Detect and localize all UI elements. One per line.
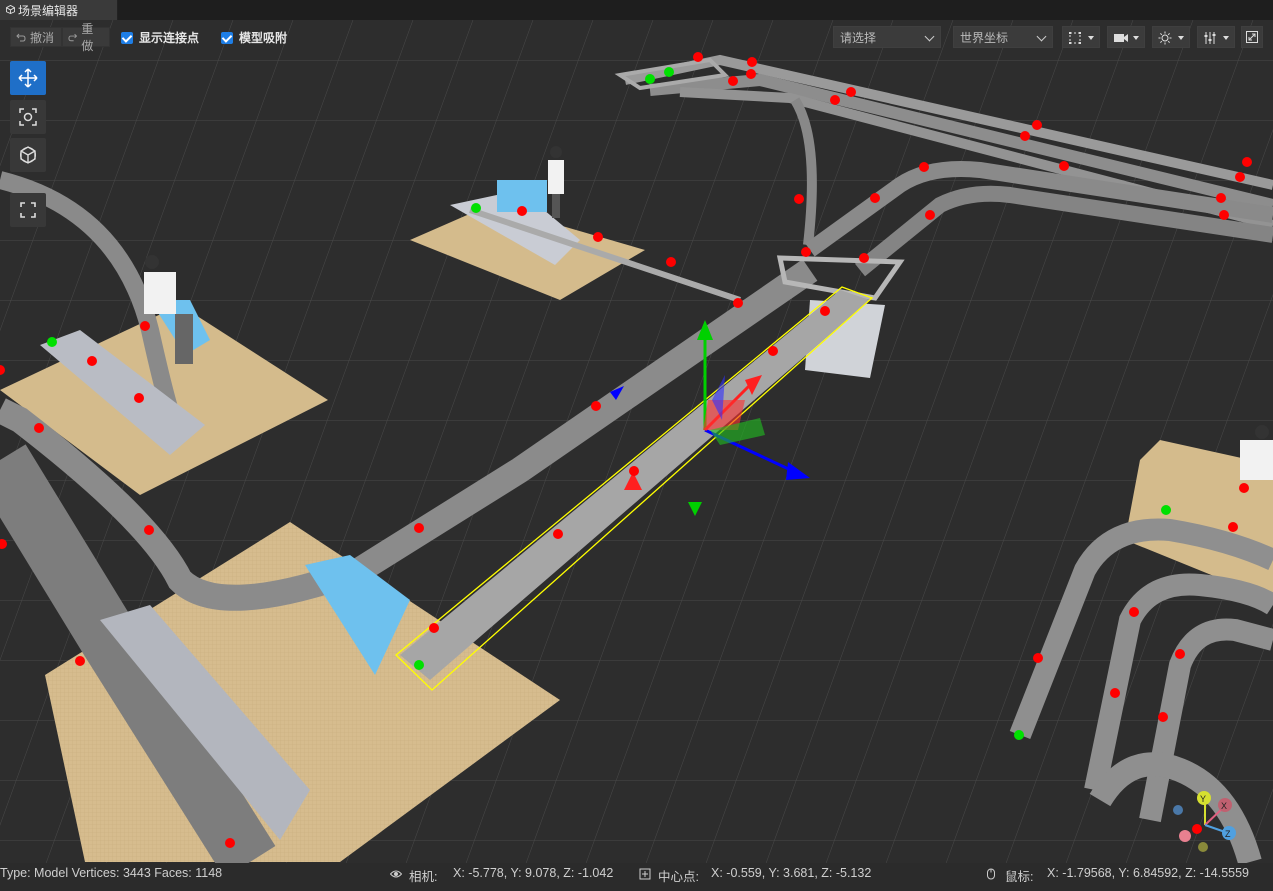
undo-icon	[16, 33, 26, 42]
show-connect-points-label: 显示连接点	[139, 31, 200, 45]
video-camera-icon	[1114, 34, 1128, 42]
caret-down-icon	[1223, 36, 1229, 40]
model-snap-label: 模型吸附	[239, 31, 288, 45]
scene-viewport[interactable]: Y X Z	[0, 20, 1273, 863]
view-cube-tool-button[interactable]	[10, 138, 46, 172]
expand-icon	[1246, 31, 1258, 43]
cube-icon	[6, 5, 15, 14]
caret-down-icon	[1133, 36, 1139, 40]
snap-dropdown[interactable]	[1062, 26, 1100, 48]
object-select-placeholder: 请选择	[840, 30, 877, 45]
focus-tool-button[interactable]	[10, 100, 46, 134]
caret-down-icon	[1178, 36, 1184, 40]
tab-title: 场景编辑器	[18, 3, 79, 18]
mouse-coordinates: X: -1.79568, Y: 6.84592, Z: -14.5559	[1047, 866, 1250, 880]
axis-y-label: Y	[1200, 794, 1206, 804]
tab-scene-editor[interactable]: 场景编辑器	[0, 0, 118, 20]
lighting-dropdown[interactable]	[1152, 26, 1190, 48]
center-coordinates: X: -0.559, Y: 3.681, Z: -5.132	[711, 866, 872, 880]
show-connect-points-checkbox[interactable]: 显示连接点	[121, 29, 199, 46]
tab-bar: 场景编辑器	[0, 0, 1273, 20]
model-snap-checkbox[interactable]: 模型吸附	[221, 29, 287, 46]
move-tool-button[interactable]	[10, 61, 46, 95]
sliders-icon	[1204, 32, 1216, 44]
redo-label: 重做	[81, 22, 94, 53]
coordinate-space-value: 世界坐标	[960, 30, 1009, 45]
axis-x-label: X	[1221, 801, 1227, 811]
center-point-icon	[639, 868, 651, 880]
bounding-box-icon	[1069, 32, 1081, 44]
cube-icon	[20, 146, 36, 164]
checkbox-checked-icon	[221, 31, 233, 44]
move-arrows-icon	[18, 68, 38, 88]
chevron-down-icon	[924, 31, 935, 42]
status-bar: Type: Model Vertices: 3443 Faces: 1148 相…	[0, 863, 1273, 891]
eye-icon	[390, 870, 402, 878]
sun-icon	[1158, 31, 1172, 45]
center-label: 中心点:	[658, 870, 699, 884]
toolbar: 撤消 重做 显示连接点 模型吸附 请选择 世界坐标	[0, 22, 1273, 53]
focus-frame-icon	[19, 108, 37, 126]
caret-down-icon	[1088, 36, 1094, 40]
settings-dropdown[interactable]	[1197, 26, 1235, 48]
camera-coordinates: X: -5.778, Y: 9.078, Z: -1.042	[453, 866, 614, 880]
coordinate-space-select[interactable]: 世界坐标	[953, 26, 1053, 48]
scene-canvas[interactable]: Y X Z	[0, 20, 1273, 863]
fullscreen-icon	[20, 202, 36, 218]
fullscreen-tool-button[interactable]	[10, 193, 46, 227]
camera-label: 相机:	[409, 870, 438, 884]
chevron-down-icon	[1036, 31, 1047, 42]
axis-z-label: Z	[1225, 829, 1231, 839]
object-select[interactable]: 请选择	[833, 26, 941, 48]
undo-label: 撤消	[30, 30, 55, 45]
camera-dropdown[interactable]	[1107, 26, 1145, 48]
mouse-icon	[987, 868, 995, 880]
undo-button[interactable]: 撤消	[10, 27, 62, 47]
checkbox-checked-icon	[121, 31, 133, 44]
redo-icon	[68, 33, 78, 42]
redo-button[interactable]: 重做	[62, 22, 110, 53]
mouse-label: 鼠标:	[1005, 870, 1034, 884]
model-type-info: Type: Model Vertices: 3443 Faces: 1148	[0, 866, 223, 880]
maximize-button[interactable]	[1241, 26, 1263, 48]
